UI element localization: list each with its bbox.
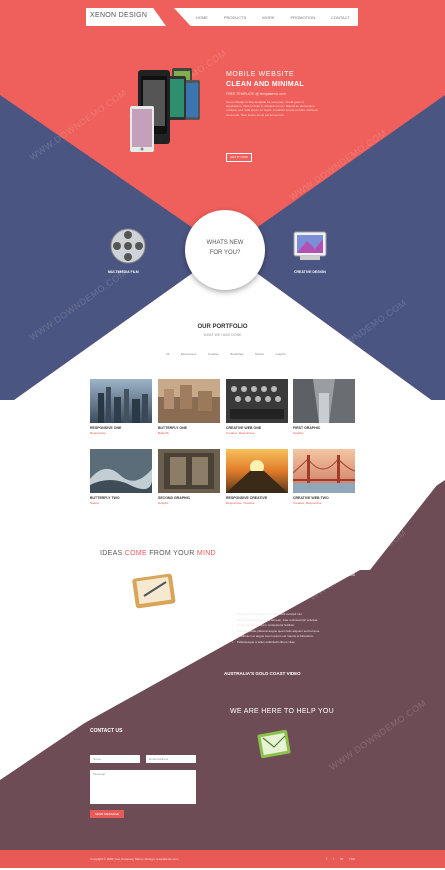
filter-graphic[interactable]: Graphic (275, 352, 286, 356)
portfolio-item-category: Graphic (158, 501, 169, 505)
message-field[interactable]: Message (90, 770, 196, 804)
pen-tablet-icon (132, 573, 176, 609)
hero-description: Xenon Design is free template for everyo… (226, 100, 318, 117)
filter-nature[interactable]: Nature (255, 352, 264, 356)
design-services-title: Design Services (245, 597, 282, 603)
portfolio-item-category: Creative, Responsive (226, 431, 255, 435)
filter-butterflies[interactable]: Butterflies (230, 352, 243, 356)
portfolio-title: OUR PORTFOLIO (197, 324, 248, 330)
send-message-button[interactable]: SEND MESSAGE (90, 810, 124, 818)
promotion-title: PROMOTION (324, 565, 355, 571)
facebook-icon[interactable]: f (326, 856, 327, 861)
portfolio-item-category: Nature (90, 501, 100, 505)
portfolio-thumb[interactable] (158, 379, 220, 423)
portfolio-thumb[interactable] (293, 379, 355, 423)
rss-icon[interactable]: rss (349, 856, 354, 861)
portfolio-item-title: FIRST GRAPHIC (293, 426, 321, 430)
phones-illustration (130, 68, 200, 152)
logo-text: XENON DESIGN (90, 12, 148, 19)
promotion-subtitle: THE BEST OFFER FROM US (308, 573, 355, 577)
ideas-word-4: MIND (196, 550, 216, 557)
contact-title: CONTACT US (90, 728, 123, 734)
feature-label-film: MULTIMEDIA FILM (108, 270, 139, 274)
filter-all[interactable]: All (166, 352, 169, 356)
footer (0, 850, 445, 868)
circle-line-2: FOR YOU? (209, 250, 241, 256)
hero-title: MOBILE WEBSITE (226, 71, 295, 78)
portfolio-item-title: CREATIVE WEB ONE (226, 426, 262, 430)
portfolio-item-title: RESPONSIVE ONE (90, 426, 122, 430)
services-list: Donec luctus tempus sed mollis velit sus… (232, 612, 342, 646)
main-nav: HOME PRODUCTS WORK PROMOTION CONTACT (174, 8, 358, 26)
circle-line-1: WHATS NEW (206, 240, 244, 246)
portfolio-thumb[interactable] (158, 449, 220, 493)
twitter-icon[interactable]: t (333, 856, 334, 861)
hero-subtitle: CLEAN AND MINIMAL (226, 81, 304, 88)
filter-responsive[interactable]: Responsive (181, 352, 197, 356)
help-heading: WE ARE HERE TO HELP YOU (230, 708, 335, 715)
get-it-now-button[interactable]: GET IT NOW (226, 153, 252, 162)
portfolio-item-title: BUTTERFLY ONE (158, 426, 187, 430)
name-field[interactable]: Name (90, 755, 140, 763)
ideas-heading: IDEAS COME FROM YOUR MIND (100, 550, 216, 557)
portfolio-item-category: Butterfly (158, 431, 170, 435)
ideas-word-2: COME (124, 550, 147, 557)
nav-item-promotion[interactable]: PROMOTION (290, 15, 315, 20)
nav-item-contact[interactable]: CONTACT (331, 15, 350, 20)
portfolio-thumb[interactable] (226, 379, 288, 423)
portfolio-item-category: Responsive, Creative (226, 501, 255, 505)
envelope-icon (257, 729, 291, 759)
hero-tagline: FREE TEMPLATE @ templatemo.com (226, 92, 286, 96)
portfolio-thumb[interactable] (90, 449, 152, 493)
social-links: f t in rss (326, 856, 355, 861)
portfolio-item-title: SECOND GRAPHIC (158, 496, 191, 500)
copyright-text: Copyright © 2084 Your Company Name | Des… (90, 857, 179, 861)
linkedin-icon[interactable]: in (340, 856, 343, 861)
portfolio-thumb[interactable] (293, 449, 355, 493)
portfolio-thumb[interactable] (90, 379, 152, 423)
creative-design-icon (293, 231, 327, 260)
feature-label-creative: CREATIVE DESIGN (294, 270, 326, 274)
portfolio-item-title: CREATIVE WEB TWO (293, 496, 329, 500)
portfolio-subtitle: WHAT WE HAVE DONE (203, 333, 242, 337)
portfolio-item-category: Creative, Responsive (293, 501, 322, 505)
video-title: AUSTRALIA'S GOLD COAST VIDEO (224, 671, 301, 676)
portfolio-item-title: RESPONSIVE CREATIVE (226, 496, 268, 500)
nav-item-products[interactable]: PRODUCTS (224, 15, 246, 20)
portfolio-thumb[interactable] (226, 449, 288, 493)
portfolio-item-category: Graphic (293, 431, 304, 435)
nav-item-home[interactable]: HOME (196, 15, 208, 20)
portfolio-item-title: BUTTERFLY TWO (90, 496, 120, 500)
whats-new-circle[interactable]: WHATS NEW FOR YOU? (185, 210, 265, 290)
list-item: Pellentesque a tellus sollicitudin liber… (232, 640, 342, 646)
filter-creative[interactable]: Creative (208, 352, 219, 356)
ideas-word-1: IDEAS (100, 550, 123, 557)
portfolio-filters: All Responsive Creative Butterflies Natu… (166, 352, 286, 356)
film-reel-icon (110, 228, 146, 264)
nav-item-work[interactable]: WORK (262, 15, 274, 20)
ideas-word-3: FROM YOUR (149, 550, 195, 557)
site-logo[interactable]: XENON DESIGN (86, 8, 166, 26)
email-field[interactable]: Email Address (146, 755, 196, 763)
portfolio-item-category: Responsive (90, 431, 106, 435)
